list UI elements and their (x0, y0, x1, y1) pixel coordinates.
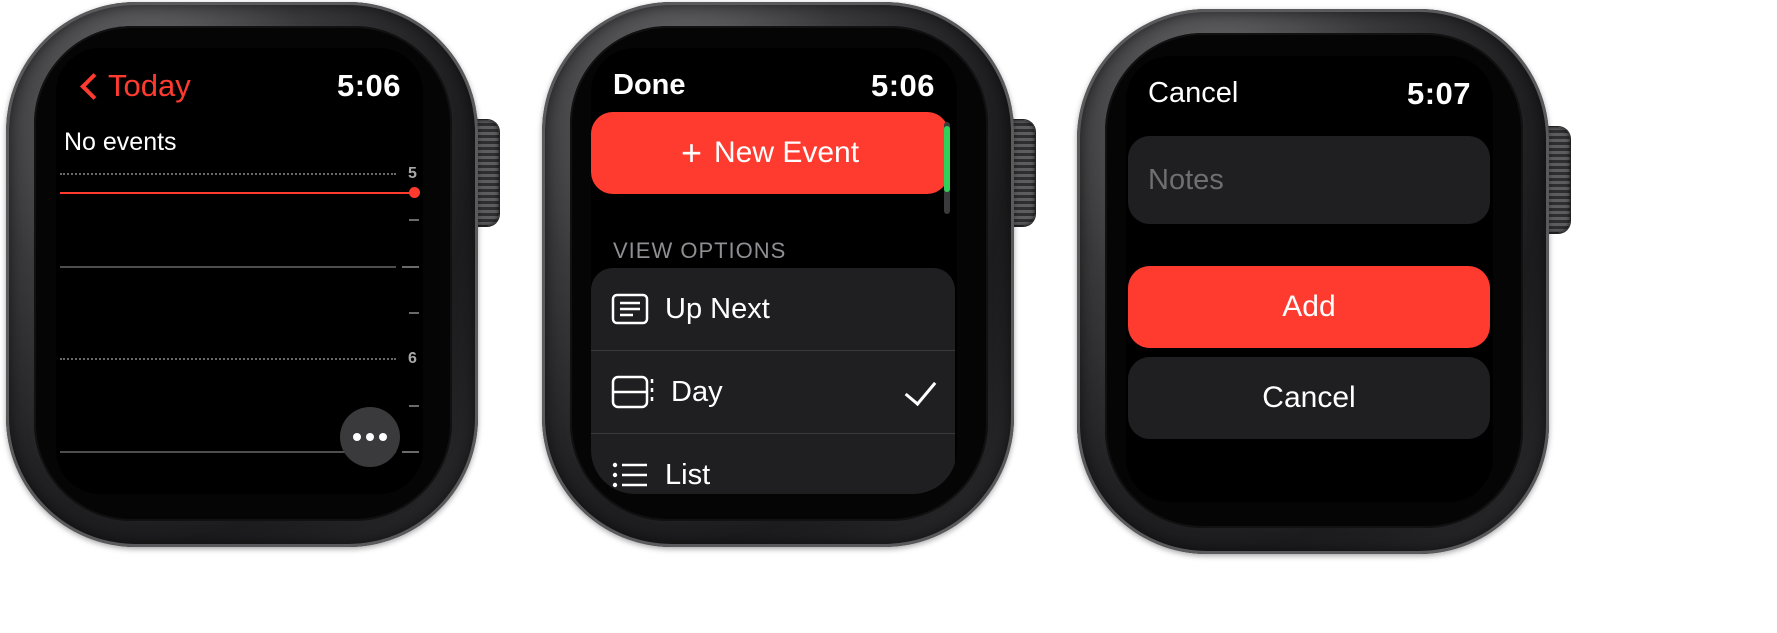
no-events-label: No events (64, 128, 177, 156)
option-label: Day (671, 375, 723, 408)
option-label: Up Next (665, 292, 770, 325)
option-day[interactable]: Day (591, 351, 955, 433)
notes-placeholder: Notes (1148, 163, 1224, 196)
ellipsis-dot (366, 433, 374, 441)
day-view-icon (611, 375, 654, 409)
half-hour-tick (402, 451, 419, 453)
clock-time: 5:07 (1406, 76, 1471, 111)
half-hour-line (60, 266, 396, 268)
ellipsis-icon (353, 433, 361, 441)
quarter-tick (409, 312, 419, 314)
cancel-button[interactable]: Cancel (1128, 357, 1490, 439)
notes-field[interactable]: Notes (1128, 136, 1490, 224)
chevron-left-icon (80, 73, 107, 100)
hour-line-6 (60, 358, 396, 360)
add-button[interactable]: Add (1128, 266, 1490, 348)
cancel-label: Cancel (1262, 381, 1356, 414)
checkmark-icon (904, 372, 937, 407)
back-button[interactable]: Today (76, 68, 191, 108)
plus-icon: + (680, 132, 702, 173)
option-up-next[interactable]: Up Next (591, 268, 955, 350)
view-options-list: Up Next Day List (591, 268, 955, 494)
clock-time: 5:06 (336, 68, 401, 103)
watch-screen: Cancel 5:07 Notes Add Cancel (1126, 56, 1493, 502)
back-label: Today (108, 68, 191, 103)
hour-label-6: 6 (408, 350, 417, 367)
ellipsis-dot (379, 433, 387, 441)
clock-time: 5:06 (870, 68, 935, 103)
list-icon (612, 462, 647, 488)
current-time-line (60, 192, 412, 194)
half-hour-tick (402, 266, 419, 268)
scroll-indicator-thumb (944, 126, 950, 192)
hour-label-5: 5 (408, 165, 417, 182)
quarter-tick (409, 219, 419, 221)
option-label: List (665, 458, 711, 491)
option-list[interactable]: List (591, 434, 955, 494)
hour-line-5 (60, 173, 396, 175)
new-event-button[interactable]: + New Event (591, 112, 949, 194)
view-options-header: VIEW OPTIONS (613, 238, 787, 263)
watch-screen: Today 5:06 No events 5 6 (56, 48, 423, 494)
current-time-dot (409, 187, 420, 198)
more-options-button[interactable] (340, 407, 400, 467)
new-event-label: New Event (713, 136, 860, 169)
done-button[interactable]: Done (613, 69, 686, 102)
add-label: Add (1282, 290, 1336, 323)
up-next-icon (611, 293, 649, 325)
cancel-nav-button[interactable]: Cancel (1148, 77, 1238, 110)
quarter-tick (409, 405, 419, 407)
watch-screen: Done 5:06 + New Event VIEW OPTIONS Up Ne… (591, 48, 957, 494)
